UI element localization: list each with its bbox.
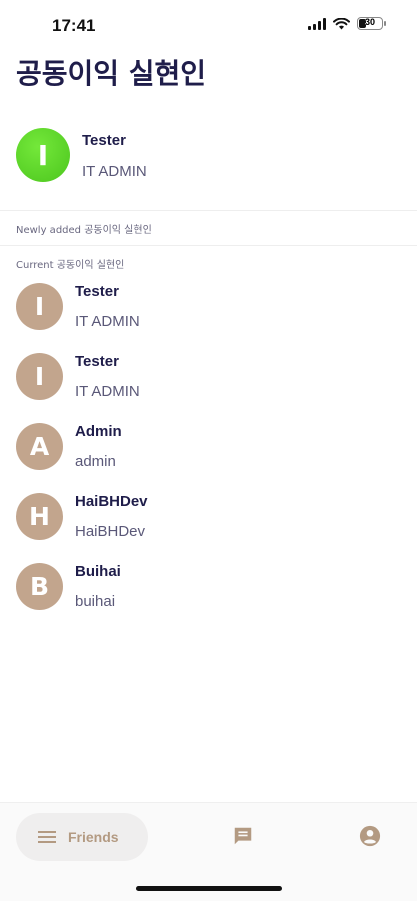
- wifi-icon: [333, 17, 350, 29]
- user-role: HaiBHDev: [75, 523, 146, 540]
- avatar: I: [16, 283, 63, 330]
- user-name: Tester: [75, 283, 119, 300]
- list-item[interactable]: H HaiBHDev HaiBHDev: [16, 488, 401, 558]
- signal-icon: [308, 17, 326, 30]
- avatar: A: [16, 423, 63, 470]
- user-name: HaiBHDev: [75, 493, 148, 510]
- user-name: Admin: [75, 423, 122, 440]
- user-name: Buihai: [75, 563, 121, 580]
- current-user-list: I Tester IT ADMIN I Tester IT ADMIN A Ad…: [16, 278, 401, 628]
- status-icons: 30: [308, 17, 386, 30]
- user-name: Tester: [82, 132, 126, 149]
- user-role: buihai: [75, 593, 116, 610]
- avatar: H: [16, 493, 63, 540]
- status-time: 17:41: [52, 16, 96, 35]
- section-label-newly-added: Newly added 공동이익 실현인: [16, 225, 152, 236]
- list-icon: [38, 831, 56, 843]
- avatar: I: [16, 128, 70, 182]
- tab-friends-label: Friends: [68, 829, 119, 845]
- section-label-current: Current 공동이익 실현인: [16, 260, 125, 271]
- list-item[interactable]: I Tester IT ADMIN: [16, 348, 401, 418]
- tab-friends[interactable]: Friends: [16, 813, 148, 861]
- battery-percent: 30: [364, 17, 375, 27]
- user-role: IT ADMIN: [82, 163, 147, 180]
- user-role: IT ADMIN: [75, 313, 140, 330]
- user-role: admin: [75, 453, 116, 470]
- new-user-card[interactable]: I Tester IT ADMIN: [16, 128, 401, 184]
- list-item[interactable]: B Buihai buihai: [16, 558, 401, 628]
- divider: [0, 210, 417, 211]
- user-name: Tester: [75, 353, 119, 370]
- home-indicator: [136, 886, 282, 891]
- page-title: 공동이익 실현인: [16, 57, 207, 90]
- account-icon[interactable]: [359, 825, 381, 847]
- divider: [0, 245, 417, 246]
- avatar: I: [16, 353, 63, 400]
- list-item[interactable]: A Admin admin: [16, 418, 401, 488]
- status-bar: 17:41 30: [0, 0, 417, 50]
- list-item[interactable]: I Tester IT ADMIN: [16, 278, 401, 348]
- chat-icon[interactable]: [232, 825, 254, 847]
- user-role: IT ADMIN: [75, 383, 140, 400]
- battery-icon: 30: [357, 17, 386, 30]
- avatar: B: [16, 563, 63, 610]
